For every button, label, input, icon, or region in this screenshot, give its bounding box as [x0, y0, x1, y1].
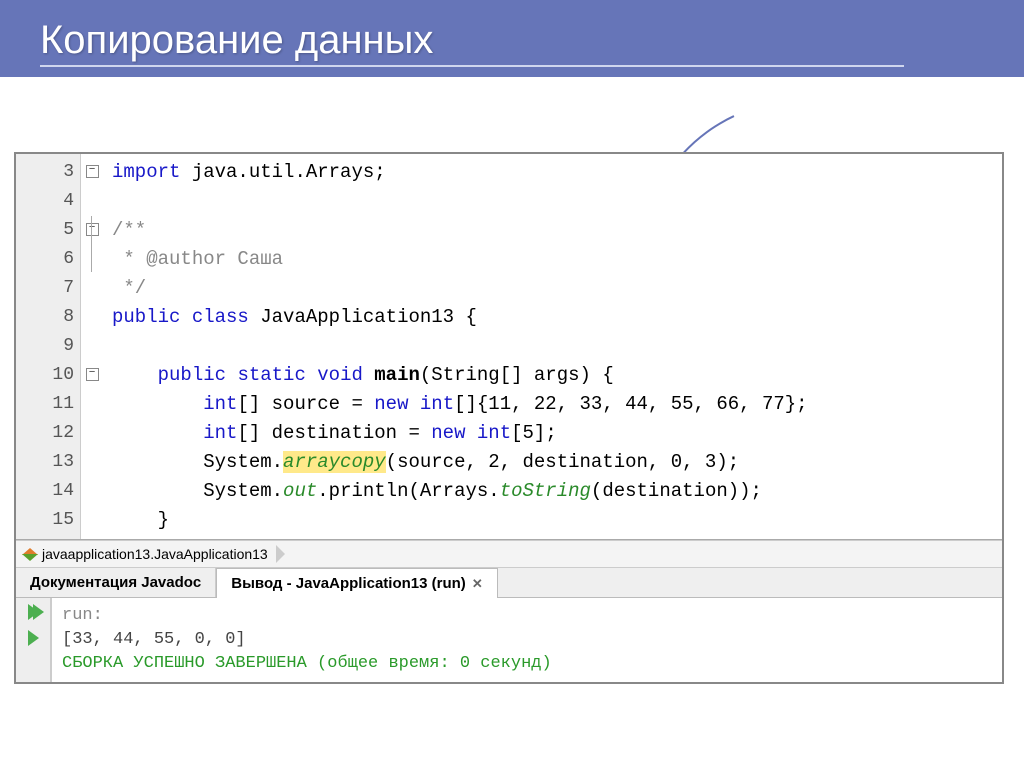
ide-window: 3 4 5 6 7 8 9 10 11 12 13 14 15 − − − im…	[14, 152, 1004, 684]
build-status: СБОРКА УСПЕШНО ЗАВЕРШЕНА (общее время: 0…	[62, 652, 992, 676]
breadcrumb-text[interactable]: javaapplication13.JavaApplication13	[42, 546, 268, 562]
line-number: 3	[16, 158, 74, 187]
line-number: 14	[16, 477, 74, 506]
line-number: 8	[16, 303, 74, 332]
fold-column: − − −	[81, 154, 104, 539]
chevron-right-icon	[276, 545, 285, 563]
class-icon	[22, 546, 38, 562]
code-content[interactable]: import java.util.Arrays; /** * @author С…	[104, 154, 1002, 539]
rerun-icon[interactable]	[28, 604, 39, 620]
line-gutter: 3 4 5 6 7 8 9 10 11 12 13 14 15	[16, 154, 81, 539]
tab-output[interactable]: Вывод - JavaApplication13 (run) ✕	[216, 568, 497, 598]
fold-guide	[91, 216, 92, 272]
line-number: 15	[16, 506, 74, 535]
line-number: 12	[16, 419, 74, 448]
output-console[interactable]: run: [33, 44, 55, 0, 0] СБОРКА УСПЕШНО З…	[52, 598, 1002, 682]
close-icon[interactable]: ✕	[472, 576, 483, 592]
output-line: [33, 44, 55, 0, 0]	[62, 628, 992, 652]
output-pane: run: [33, 44, 55, 0, 0] СБОРКА УСПЕШНО З…	[16, 598, 1002, 682]
breadcrumb-bar[interactable]: javaapplication13.JavaApplication13	[16, 540, 1002, 568]
slide-header: Копирование данных	[0, 0, 1024, 77]
fold-toggle-icon[interactable]: −	[86, 223, 99, 236]
line-number: 6	[16, 245, 74, 274]
line-number: 9	[16, 332, 74, 361]
tab-javadoc[interactable]: Документация Javadoc	[16, 568, 216, 597]
line-number: 4	[16, 187, 74, 216]
output-line: run:	[62, 604, 992, 628]
fold-toggle-icon[interactable]: −	[86, 368, 99, 381]
line-number: 10	[16, 361, 74, 390]
line-number: 7	[16, 274, 74, 303]
output-toolbar	[16, 598, 52, 682]
line-number: 5	[16, 216, 74, 245]
output-tabs: Документация Javadoc Вывод - JavaApplica…	[16, 568, 1002, 598]
code-editor[interactable]: 3 4 5 6 7 8 9 10 11 12 13 14 15 − − − im…	[16, 154, 1002, 540]
slide-title: Копирование данных	[40, 18, 1024, 63]
line-number: 13	[16, 448, 74, 477]
slide-underline	[40, 65, 904, 67]
line-number: 11	[16, 390, 74, 419]
fold-toggle-icon[interactable]: −	[86, 165, 99, 178]
run-icon[interactable]	[28, 630, 39, 646]
